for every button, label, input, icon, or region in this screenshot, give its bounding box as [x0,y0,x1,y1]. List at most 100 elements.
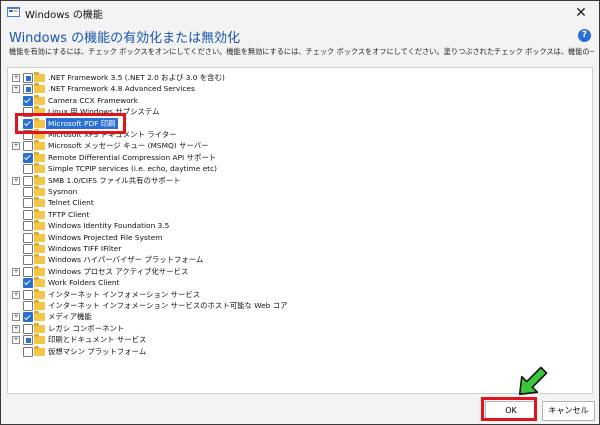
feature-label: Sysmon [48,187,78,196]
feature-row[interactable]: + Windows プロセス アクティブ化サービス [8,265,588,277]
feature-label: Work Folders Client [48,278,120,288]
folder-icon [34,174,45,185]
window-title: Windows の機能 [25,10,103,21]
feature-label: Windows ハイパーバイザー プラットフォーム [48,255,204,265]
feature-label: 印刷とドキュメント サービス [48,335,147,345]
feature-row[interactable]: 仮想マシン プラットフォーム [8,345,588,357]
feature-checkbox[interactable] [23,289,33,300]
feature-checkbox[interactable] [23,164,33,175]
feature-checkbox[interactable] [23,175,33,186]
feature-checkbox[interactable] [23,221,33,232]
expand-toggle-icon[interactable]: + [12,142,20,151]
folder-icon [34,72,45,82]
feature-label: .NET Framework 3.5 (.NET 2.0 および 3.0 を含む… [48,73,225,82]
feature-checkbox[interactable] [23,312,33,323]
feature-label: SMB 1.0/CIFS ファイル共有のサポート [48,175,181,185]
feature-label: Microsoft メッセージ キュー (MSMQ) サーバー [48,141,209,151]
close-button[interactable]: ✕ [571,3,591,23]
feature-checkbox[interactable] [23,152,33,163]
feature-checkbox[interactable] [23,209,33,220]
folder-icon [34,300,45,310]
folder-icon [34,220,45,231]
feature-checkbox[interactable] [23,73,33,83]
feature-checkbox[interactable] [23,346,33,357]
feature-checkbox[interactable] [23,323,33,334]
feature-row[interactable]: インターネット インフォメーション サービスのホスト可能な Web コア [8,300,588,311]
feature-row[interactable]: + Microsoft メッセージ キュー (MSMQ) サーバー [8,140,588,152]
expand-toggle-icon[interactable]: + [12,313,20,322]
feature-checkbox[interactable] [23,187,33,197]
feature-row[interactable]: + .NET Framework 3.5 (.NET 2.0 および 3.0 を含… [8,72,588,83]
feature-row[interactable]: Windows Identity Foundation 3.5 [8,220,588,232]
expand-toggle-icon[interactable]: + [12,74,20,82]
folder-icon [34,231,45,242]
annotation-highlight-box [15,113,126,134]
feature-row[interactable]: Windows ハイパーバイザー プラットフォーム [8,254,588,266]
feature-row[interactable]: + インターネット インフォメーション サービス [8,288,588,300]
expand-toggle-icon[interactable]: + [12,267,20,276]
folder-icon [34,208,45,219]
feature-row[interactable]: + SMB 1.0/CIFS ファイル共有のサポート [8,174,588,186]
folder-icon [34,322,45,333]
feature-label: Simple TCPIP services (i.e. echo, daytim… [48,164,218,174]
feature-label: レガシ コンポーネント [48,323,125,333]
dialog-description: 機能を有効にするには、チェック ボックスをオンにしてください。機能を無効にするに… [9,47,594,56]
folder-icon [34,277,45,288]
expand-toggle-icon[interactable]: + [12,290,20,299]
feature-checkbox[interactable] [23,198,33,209]
feature-row[interactable]: Simple TCPIP services (i.e. echo, daytim… [8,163,588,175]
folder-icon [34,243,45,253]
feature-row[interactable]: + .NET Framework 4.8 Advanced Services [8,83,588,95]
feature-checkbox[interactable] [23,244,33,254]
feature-checkbox[interactable] [23,95,33,106]
feature-checkbox[interactable] [23,301,33,311]
feature-checkbox[interactable] [23,335,33,346]
feature-row[interactable]: + レガシ コンポーネント [8,322,588,334]
feature-row[interactable]: TFTP Client [8,208,588,220]
feature-label: インターネット インフォメーション サービスのホスト可能な Web コア [48,301,288,310]
feature-checkbox[interactable] [23,141,33,152]
feature-checkbox[interactable] [23,255,33,266]
windows-features-dialog: Windows の機能 ✕ Windows の機能の有効化または無効化 ? 機能… [0,0,600,425]
cancel-button[interactable]: キャンセル [542,401,595,421]
feature-label: TFTP Client [48,209,90,219]
title-bar: Windows の機能 ✕ [1,1,599,25]
feature-row[interactable]: Remote Differential Compression API サポート [8,151,588,163]
feature-label: Windows TIFF IFilter [48,244,122,253]
feature-row[interactable]: Camera CCX Framework [8,94,588,106]
feature-row[interactable]: Telnet Client [8,197,588,209]
expand-toggle-icon[interactable]: + [12,85,20,94]
folder-icon [34,334,45,345]
feature-row[interactable]: Work Folders Client [8,277,588,289]
folder-icon [34,254,45,265]
help-icon[interactable]: ? [578,29,591,42]
folder-icon [34,140,45,151]
expand-toggle-icon[interactable]: + [12,176,20,185]
folder-icon [34,163,45,174]
feature-checkbox[interactable] [23,84,33,95]
folder-icon [34,151,45,162]
feature-checkbox[interactable] [23,278,33,289]
folder-icon [34,94,45,105]
folder-icon [34,345,45,356]
dialog-heading: Windows の機能の有効化または無効化 [9,31,241,46]
feature-row[interactable]: + メディア機能 [8,311,588,323]
feature-row[interactable]: Sysmon [8,186,588,197]
windows-features-app-icon [7,7,20,17]
feature-row[interactable]: + 印刷とドキュメント サービス [8,334,588,346]
feature-label: メディア機能 [48,312,92,322]
feature-row[interactable]: Windows Projected File System [8,231,588,243]
feature-label: Windows プロセス アクティブ化サービス [48,266,189,276]
feature-label: Windows Projected File System [48,232,163,242]
folder-icon [34,265,45,276]
feature-label: .NET Framework 4.8 Advanced Services [48,84,195,94]
expand-toggle-icon[interactable]: + [12,324,20,333]
feature-label: Camera CCX Framework [48,95,138,105]
folder-icon [34,197,45,208]
folder-icon [34,288,45,299]
feature-row[interactable]: Windows TIFF IFilter [8,243,588,254]
folder-icon [34,186,45,196]
feature-checkbox[interactable] [23,266,33,277]
expand-toggle-icon[interactable]: + [12,336,20,345]
feature-checkbox[interactable] [23,232,33,243]
